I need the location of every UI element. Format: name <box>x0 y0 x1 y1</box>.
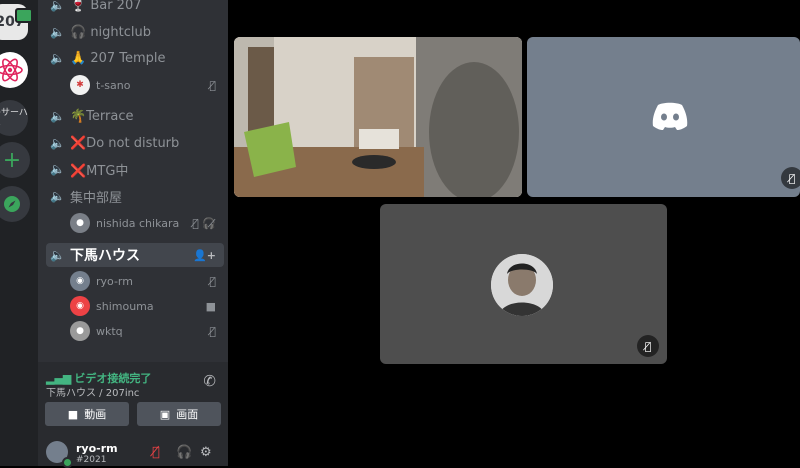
voice-user-ryo-rm[interactable]: ◉ ryo-rm 🎙̸ <box>70 270 224 292</box>
channel-label: 下馬ハウス <box>70 248 140 264</box>
video-tile-discord[interactable]: 🎙̸ <box>527 37 800 197</box>
video-tile-camera[interactable] <box>234 37 522 197</box>
voice-user-wktq[interactable]: ● wktq 🎙̸ <box>70 320 224 342</box>
muted-mic-icon: 🎙̸ <box>209 274 216 288</box>
channel-list: 🔈 🍷 Bar 207 🔈 🎧 nightclub 🔈 🙏 207 Temple… <box>38 0 228 362</box>
speaker-icon: 🔈 <box>50 189 65 203</box>
speaker-icon: 🔈 <box>50 248 65 262</box>
user-tag: #2021 <box>76 455 107 465</box>
channel-label: ❌MTG中 <box>70 163 129 179</box>
voice-user-shimouma[interactable]: ◉ shimouma ■ <box>70 295 224 317</box>
speaker-icon: 🔈 <box>50 109 65 123</box>
voice-user-name: nishida chikara <box>96 216 180 230</box>
voice-connection-panel: ▂▄▆ ビデオ接続完了 下馬ハウス / 207inc ✆ ■ 動画 ▣ 画面 <box>38 362 228 432</box>
invite-user-icon[interactable]: 👤+ <box>193 249 216 262</box>
react-atom-icon <box>0 58 23 82</box>
channel-label: 🙏 207 Temple <box>70 50 166 66</box>
plus-icon: + <box>2 147 22 173</box>
avatar: ✱ <box>70 75 90 95</box>
voice-channel-nightclub[interactable]: 🔈 🎧 nightclub <box>46 20 224 44</box>
user-portrait <box>491 254 553 316</box>
voice-user-name: wktq <box>96 324 123 338</box>
screen-share-icon: ▣ <box>159 407 171 421</box>
disconnect-button[interactable]: ✆ <box>203 372 216 390</box>
discord-avatar-icon: ◉ <box>70 271 90 291</box>
online-status-icon <box>62 457 73 468</box>
screen-share-label: 画面 <box>176 408 199 421</box>
speaker-icon: 🔈 <box>50 0 65 12</box>
avatar: ● <box>70 213 90 233</box>
voice-channel-name[interactable]: 下馬ハウス / 207inc <box>46 384 139 399</box>
discord-avatar-icon: ◉ <box>70 296 90 316</box>
video-tile-user-avatar[interactable]: 🎙̸ <box>380 204 667 364</box>
voice-channel-shimouma-house[interactable]: 🔈 下馬ハウス 👤+ <box>46 243 224 267</box>
add-server-button[interactable]: + <box>0 142 30 178</box>
voice-channel-mtg[interactable]: 🔈 ❌MTG中 <box>46 157 224 181</box>
voice-channel-bar-207[interactable]: 🔈 🍷 Bar 207 <box>46 0 224 17</box>
screen-share-button[interactable]: ▣ 画面 <box>137 402 221 426</box>
server-icon-other[interactable]: のサーバー <box>0 100 28 136</box>
speaker-icon: 🔈 <box>50 162 65 176</box>
channel-label: 🍷 Bar 207 <box>70 0 142 13</box>
channel-label: 🌴Terrace <box>70 108 134 124</box>
avatar: ● <box>70 321 90 341</box>
user-avatar <box>491 254 553 316</box>
video-button[interactable]: ■ 動画 <box>45 402 129 426</box>
muted-deafened-icon: 🎙̸ 🎧̸ <box>192 216 216 230</box>
channel-label: ❌Do not disturb <box>70 135 180 151</box>
mute-mic-button[interactable]: 🎙̸ <box>152 445 160 460</box>
voice-user-name: shimouma <box>96 299 154 313</box>
muted-mic-icon: 🎙̸ <box>209 78 216 92</box>
voice-channel-207-temple[interactable]: 🔈 🙏 207 Temple <box>46 46 224 70</box>
settings-gear-icon[interactable]: ⚙ <box>200 445 212 460</box>
server-other-label: のサーバー <box>0 108 28 131</box>
voice-user-nishida-chikara[interactable]: ● nishida chikara 🎙̸ 🎧̸ <box>70 212 224 234</box>
video-camera-icon: ■ <box>205 299 216 313</box>
channel-label: 集中部屋 <box>70 190 123 206</box>
server-rail: 207 のサーバー + <box>0 0 38 466</box>
camera-feed <box>234 37 522 197</box>
speaker-icon: 🔈 <box>50 25 65 39</box>
voice-user-name: t-sano <box>96 78 131 92</box>
channel-label: 🎧 nightclub <box>70 24 152 40</box>
voice-user-t-sano[interactable]: ✱ t-sano 🎙̸ <box>70 74 224 96</box>
phone-disconnect-icon: ✆ <box>203 372 216 390</box>
speaker-icon: 🔈 <box>50 51 65 65</box>
voice-channel-do-not-disturb[interactable]: 🔈 ❌Do not disturb <box>46 131 224 155</box>
muted-mic-icon: 🎙̸ <box>209 324 216 338</box>
server-icon-react[interactable] <box>0 52 28 88</box>
video-camera-icon: ■ <box>67 407 79 421</box>
voice-channel-terrace[interactable]: 🔈 🌴Terrace <box>46 104 224 128</box>
discord-logo-icon <box>652 102 688 130</box>
voice-user-name: ryo-rm <box>96 274 133 288</box>
video-badge-icon <box>15 8 33 23</box>
muted-mic-icon: 🎙̸ <box>637 335 659 357</box>
video-button-label: 動画 <box>84 408 107 421</box>
explore-servers-button[interactable] <box>0 186 30 222</box>
headphones-button[interactable]: 🎧 <box>176 445 192 460</box>
speaker-icon: 🔈 <box>50 136 65 150</box>
compass-icon <box>4 196 20 212</box>
muted-mic-icon: 🎙̸ <box>781 167 800 189</box>
voice-channel-shuchu[interactable]: 🔈 集中部屋 <box>46 184 224 208</box>
username: ryo-rm <box>76 442 118 455</box>
user-bar: ryo-rm #2021 🎙̸ 🎧 ⚙ <box>38 432 228 468</box>
